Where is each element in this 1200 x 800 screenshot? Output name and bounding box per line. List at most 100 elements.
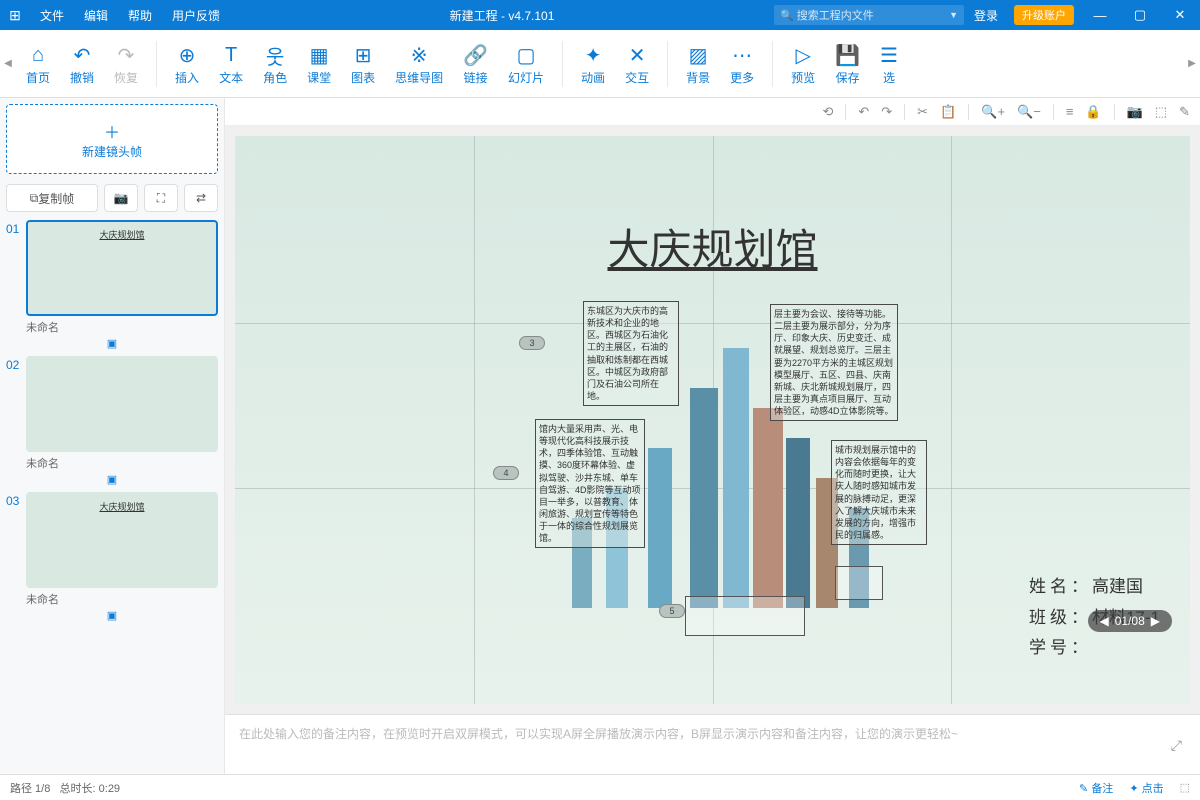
toolbar-label: 首页 — [26, 69, 50, 86]
toolbar-label: 文本 — [219, 69, 243, 86]
scan-button[interactable]: ⛶ — [144, 184, 178, 212]
toolbar-思维导图[interactable]: ※思维导图 — [385, 37, 453, 90]
thumb-timer-icon: ▣ — [6, 473, 218, 486]
upgrade-button[interactable]: 升级账户 — [1014, 5, 1074, 25]
thumb-02[interactable]: 02未命名▣ — [6, 356, 218, 486]
prev-page-icon[interactable]: ◀ — [1100, 614, 1109, 628]
close-button[interactable]: ✕ — [1160, 7, 1200, 23]
canvas-tool-7[interactable]: ≡ — [1066, 104, 1074, 119]
page-number: 01/08 — [1115, 614, 1145, 628]
next-page-icon[interactable]: ▶ — [1151, 614, 1160, 628]
canvas-tool-10[interactable]: ⬚ — [1155, 104, 1167, 120]
statusbar: 路径 1/8 总时长: 0:29 ✎ 备注 ✦ 点击 ⬚ — [0, 774, 1200, 800]
canvas-tool-1[interactable]: ↶ — [858, 104, 869, 120]
toolbar-label: 角色 — [263, 69, 287, 86]
toolbar-label: 幻灯片 — [508, 69, 544, 86]
toolbar-label: 背景 — [686, 69, 710, 86]
minimize-button[interactable]: — — [1080, 8, 1120, 23]
toolbar-icon: ⊕ — [179, 41, 196, 69]
toolbar-课堂[interactable]: ▦课堂 — [297, 37, 341, 90]
expand-notes-icon[interactable]: ⤢ — [1171, 737, 1182, 754]
toolbar-更多[interactable]: ⋯更多 — [720, 37, 764, 90]
new-frame-button[interactable]: ＋ 新建镜头帧 — [6, 104, 218, 174]
thumb-01[interactable]: 01大庆规划馆未命名▣ — [6, 220, 218, 350]
toolbar-背景[interactable]: ▨背景 — [676, 37, 720, 90]
toolbar-label: 图表 — [351, 69, 375, 86]
toolbar-icon: ✦ — [585, 41, 602, 69]
toolbar-动画[interactable]: ✦动画 — [571, 37, 615, 90]
menu-file[interactable]: 文件 — [30, 7, 74, 24]
login-link[interactable]: 登录 — [964, 7, 1008, 24]
toolbar-icon: ↶ — [74, 41, 91, 69]
status-click[interactable]: ✦ 点击 — [1129, 780, 1163, 796]
camera-button[interactable]: 📷 — [104, 184, 138, 212]
canvas-tool-9[interactable]: 📷 — [1127, 104, 1143, 120]
thumb-number: 01 — [6, 220, 26, 236]
menu-edit[interactable]: 编辑 — [74, 7, 118, 24]
plus-icon: ＋ — [104, 119, 120, 143]
toolbar-首页[interactable]: ⌂首页 — [16, 37, 60, 90]
thumb-label: 未命名 — [26, 591, 218, 607]
toolbar-插入[interactable]: ⊕插入 — [165, 37, 209, 90]
toolbar-icon: ▦ — [310, 41, 329, 69]
toolbar-label: 插入 — [175, 69, 199, 86]
canvas-tool-6[interactable]: 🔍− — [1017, 104, 1041, 120]
canvas-area: ◀ ⟲↶↷✂📋🔍+🔍−≡🔒📷⬚✎ 大庆规划馆 东城区为大庆市的高新技术和企 — [225, 98, 1200, 774]
status-extra-icon[interactable]: ⬚ — [1180, 781, 1190, 794]
sidebar: ＋ 新建镜头帧 ⧉ 复制帧 📷 ⛶ ⇄ 01大庆规划馆未命名▣02未命名▣03大… — [0, 98, 225, 774]
thumb-preview: 大庆规划馆 — [26, 220, 218, 316]
menu-help[interactable]: 帮助 — [118, 7, 162, 24]
menu-feedback[interactable]: 用户反馈 — [162, 7, 230, 24]
canvas-tool-5[interactable]: 🔍+ — [981, 104, 1005, 120]
canvas-tool-4[interactable]: 📋 — [940, 104, 956, 120]
slide-title: 大庆规划馆 — [607, 216, 817, 277]
toolbar-撤销[interactable]: ↶撤销 — [60, 37, 104, 90]
page-indicator[interactable]: ◀ 01/08 ▶ — [1088, 610, 1173, 632]
notes-placeholder: 在此处输入您的备注内容，在预览时开启双屏模式，可以实现A屏全屏播放演示内容，B屏… — [239, 727, 958, 741]
toolbar-icon: 웃 — [266, 41, 284, 69]
toolbar-幻灯片[interactable]: ▢幻灯片 — [498, 37, 554, 90]
copy-frame-button[interactable]: ⧉ 复制帧 — [6, 184, 98, 212]
canvas-tool-2[interactable]: ↷ — [881, 104, 892, 120]
toolbar-label: 撤销 — [70, 69, 94, 86]
maximize-button[interactable]: ▢ — [1120, 7, 1160, 23]
toolbar-保存[interactable]: 💾保存 — [825, 37, 870, 90]
thumb-timer-icon: ▣ — [6, 609, 218, 622]
toolbar-icon: ⋯ — [732, 41, 752, 69]
thumb-preview: 大庆规划馆 — [26, 492, 218, 588]
toolbar-label: 保存 — [836, 69, 860, 86]
thumb-03[interactable]: 03大庆规划馆未命名▣ — [6, 492, 218, 622]
callout-1: 层主要为会议、接待等功能。二层主要为展示部分，分为序厅、印象大庆、历史变迁、成就… — [770, 304, 898, 421]
path-status: 路径 1/8 — [10, 780, 50, 796]
canvas[interactable]: 大庆规划馆 东城区为大庆市的高新技术和企业的地区。西城区为石油化工的主展区，石油… — [225, 126, 1200, 714]
notes-panel[interactable]: 在此处输入您的备注内容，在预览时开启双屏模式，可以实现A屏全屏播放演示内容，B屏… — [225, 714, 1200, 774]
search-input[interactable]: 🔍 搜索工程内文件 ▼ — [774, 5, 964, 25]
status-remark[interactable]: ✎ 备注 — [1079, 780, 1113, 796]
thumb-label: 未命名 — [26, 455, 218, 471]
toolbar-选[interactable]: ☰选 — [870, 37, 908, 90]
swap-button[interactable]: ⇄ — [184, 184, 218, 212]
toolbar-scroll-left[interactable]: ◀ — [0, 58, 16, 69]
image-strip-1 — [835, 566, 883, 600]
marker-5: 5 — [659, 604, 685, 618]
toolbar-icon: ↷ — [118, 41, 135, 69]
toolbar-文本[interactable]: T文本 — [209, 37, 253, 90]
toolbar-scroll-right[interactable]: ▶ — [1184, 58, 1200, 69]
toolbar-icon: T — [225, 41, 237, 69]
toolbar-icon: ☰ — [880, 41, 898, 69]
toolbar-label: 思维导图 — [395, 69, 443, 86]
toolbar-icon: ✕ — [629, 41, 646, 69]
toolbar-恢复[interactable]: ↷恢复 — [104, 37, 148, 90]
toolbar-预览[interactable]: ▷预览 — [781, 37, 825, 90]
toolbar-label: 更多 — [730, 69, 754, 86]
toolbar-label: 课堂 — [307, 69, 331, 86]
toolbar-链接[interactable]: 🔗链接 — [453, 37, 498, 90]
toolbar-角色[interactable]: 웃角色 — [253, 37, 297, 90]
toolbar-交互[interactable]: ✕交互 — [615, 37, 659, 90]
canvas-tool-0[interactable]: ⟲ — [822, 104, 833, 120]
canvas-tool-11[interactable]: ✎ — [1179, 104, 1190, 120]
canvas-tool-3[interactable]: ✂ — [917, 104, 928, 120]
titlebar: ⊞ 文件 编辑 帮助 用户反馈 新建工程 - v4.7.101 🔍 搜索工程内文… — [0, 0, 1200, 30]
toolbar-图表[interactable]: ⊞图表 — [341, 37, 385, 90]
canvas-tool-8[interactable]: 🔒 — [1085, 104, 1101, 120]
